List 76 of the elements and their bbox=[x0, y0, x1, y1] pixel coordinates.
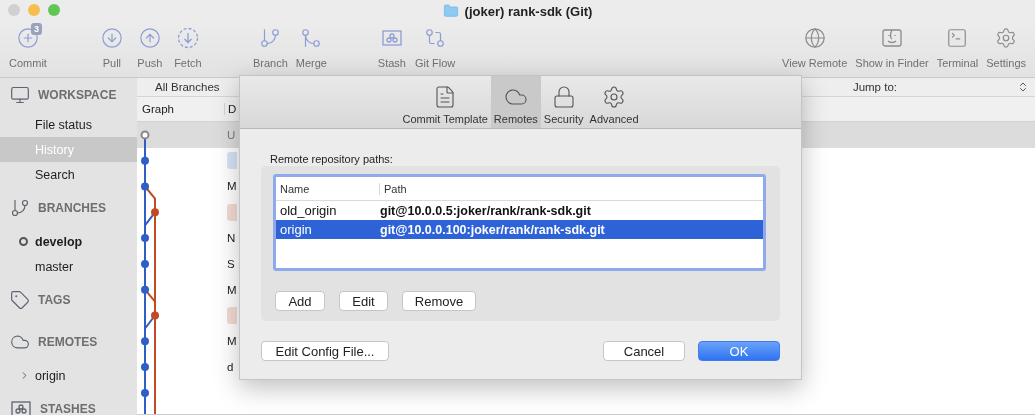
section-heading: TAGS bbox=[38, 293, 71, 307]
column-header[interactable]: Graph bbox=[137, 103, 225, 115]
stepper-icon[interactable] bbox=[1017, 81, 1029, 93]
jump-to-label: Jump to: bbox=[852, 81, 897, 93]
commit-message: N bbox=[227, 232, 236, 245]
remote-name: origin bbox=[279, 222, 313, 237]
toolbar-button[interactable]: Show in Finder bbox=[851, 27, 933, 70]
commit-message: U bbox=[227, 128, 236, 141]
fetch-icon bbox=[176, 27, 199, 49]
commit-message: M bbox=[227, 180, 237, 193]
sidebar-item[interactable]: File status bbox=[0, 112, 137, 137]
section-heading: WORKSPACE bbox=[38, 88, 117, 102]
section-heading: REMOTES bbox=[38, 335, 98, 349]
remote-path: git@10.0.0.5:joker/rank/rank-sdk.git bbox=[380, 203, 591, 218]
tag-icon bbox=[10, 290, 30, 310]
branch-item[interactable]: master bbox=[35, 259, 74, 274]
branch-filter[interactable]: All Branches bbox=[155, 81, 220, 93]
close-window-button[interactable] bbox=[8, 4, 20, 16]
toolbar-button[interactable]: Settings bbox=[982, 27, 1030, 70]
push-icon bbox=[138, 27, 161, 49]
stash-icon bbox=[380, 27, 403, 49]
remote-item[interactable]: origin bbox=[35, 368, 66, 383]
settings-tab[interactable]: Remotes bbox=[490, 76, 541, 128]
toolbar-button[interactable]: Merge bbox=[291, 27, 331, 70]
remote-row[interactable]: origin git@10.0.0.100:joker/rank/rank-sdk.git bbox=[276, 220, 763, 239]
count-badge: 3 bbox=[30, 23, 42, 35]
table-action-button[interactable]: Edit bbox=[339, 291, 388, 311]
section-heading: STASHES bbox=[40, 402, 96, 415]
zoom-window-button[interactable] bbox=[48, 4, 60, 16]
settings-icon bbox=[602, 85, 627, 109]
terminal-icon bbox=[946, 27, 969, 49]
folder-icon bbox=[442, 3, 459, 19]
remote-row[interactable]: old_origin git@10.0.0.5:joker/rank/rank-sdk.git bbox=[276, 201, 763, 220]
column-header[interactable]: Name bbox=[276, 182, 380, 195]
git-flow-icon bbox=[424, 27, 447, 49]
table-action-button[interactable]: Remove bbox=[402, 291, 476, 311]
window-title: (joker) rank-sdk (Git) bbox=[464, 3, 593, 19]
merge-icon bbox=[300, 27, 323, 49]
table-action-button[interactable]: Add bbox=[275, 291, 325, 311]
toolbar-button[interactable]: Push bbox=[130, 27, 169, 70]
toolbar-button[interactable]: Fetch bbox=[168, 27, 207, 70]
settings-tab[interactable]: Advanced bbox=[586, 76, 642, 128]
toolbar-button[interactable]: Pull bbox=[92, 27, 131, 70]
toolbar-button[interactable]: Terminal bbox=[932, 27, 983, 70]
column-header[interactable]: D bbox=[225, 103, 237, 115]
pull-icon bbox=[100, 27, 123, 49]
commit-icon bbox=[16, 27, 39, 49]
branch-icon bbox=[10, 198, 30, 218]
commit-message: S bbox=[227, 257, 235, 270]
sidebar-item[interactable]: Search bbox=[0, 162, 137, 187]
settings-tab[interactable]: Commit Template bbox=[399, 76, 491, 128]
section-heading: BRANCHES bbox=[38, 201, 106, 215]
section-label: Remote repository paths: bbox=[270, 152, 394, 166]
cancel-button[interactable]: Cancel bbox=[603, 341, 685, 361]
remote-name: old_origin bbox=[279, 203, 338, 218]
toolbar-button[interactable]: Git Flow bbox=[410, 27, 460, 70]
settings-tab[interactable]: Security bbox=[540, 76, 587, 128]
minimize-window-button[interactable] bbox=[28, 4, 40, 16]
monitor-icon bbox=[10, 85, 30, 105]
commit-message: M bbox=[227, 283, 237, 296]
toolbar-button[interactable]: View Remote bbox=[778, 27, 852, 70]
column-header[interactable]: Path bbox=[380, 182, 407, 195]
globe-icon bbox=[803, 27, 826, 49]
commit-message: d bbox=[227, 361, 234, 374]
commit-message: M bbox=[227, 335, 237, 348]
branch-icon bbox=[259, 27, 282, 49]
current-branch-icon bbox=[19, 237, 28, 246]
settings-icon bbox=[995, 27, 1018, 49]
stash-icon bbox=[10, 398, 32, 415]
branch-item[interactable]: develop bbox=[35, 234, 83, 249]
toolbar-button[interactable]: Stash bbox=[372, 27, 411, 70]
lock-icon bbox=[551, 85, 576, 109]
edit-config-button[interactable]: Edit Config File... bbox=[261, 341, 389, 361]
finder-face-icon bbox=[881, 27, 903, 49]
remote-path: git@10.0.0.100:joker/rank/rank-sdk.git bbox=[380, 222, 605, 237]
toolbar-button[interactable]: Branch bbox=[248, 27, 292, 70]
